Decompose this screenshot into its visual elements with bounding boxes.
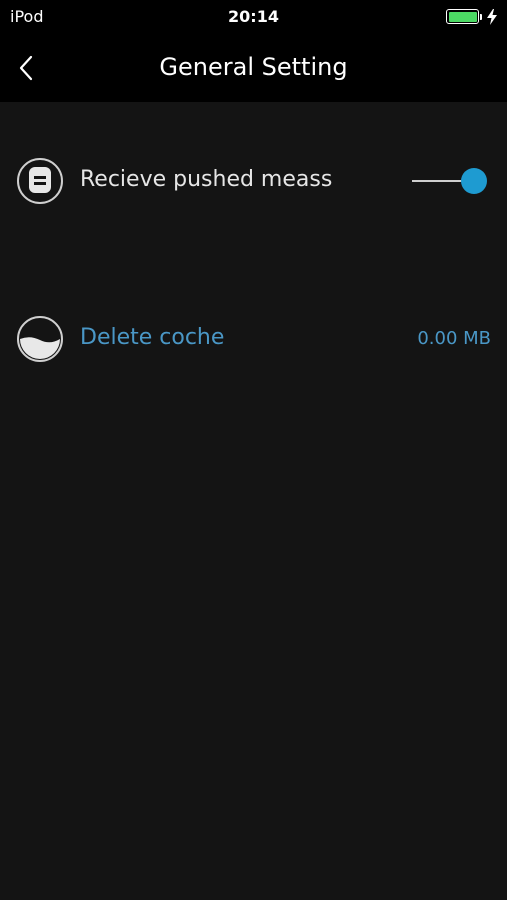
toggle-knob: [461, 168, 487, 194]
battery-level: [448, 11, 477, 22]
status-time: 20:14: [228, 7, 279, 26]
setting-row-push: Recieve pushed meass: [0, 151, 507, 211]
message-icon: [17, 158, 63, 204]
push-toggle[interactable]: [410, 165, 490, 197]
page-title: General Setting: [159, 53, 348, 81]
cache-size-value: 0.00 MB: [417, 328, 491, 349]
push-setting-label: Recieve pushed meass: [80, 167, 333, 192]
status-bar: iPod 20:14: [0, 0, 507, 34]
screen: iPod 20:14 General Setting Recieve pushe…: [0, 0, 507, 900]
battery-tip: [480, 14, 482, 20]
toggle-track: [412, 180, 468, 182]
charging-icon: [487, 9, 497, 25]
storage-icon: [17, 316, 63, 362]
setting-row-cache[interactable]: Delete coche 0.00 MB: [0, 309, 507, 369]
battery-icon: [446, 9, 479, 24]
nav-bar: General Setting: [0, 34, 507, 102]
delete-cache-label: Delete coche: [80, 325, 225, 350]
